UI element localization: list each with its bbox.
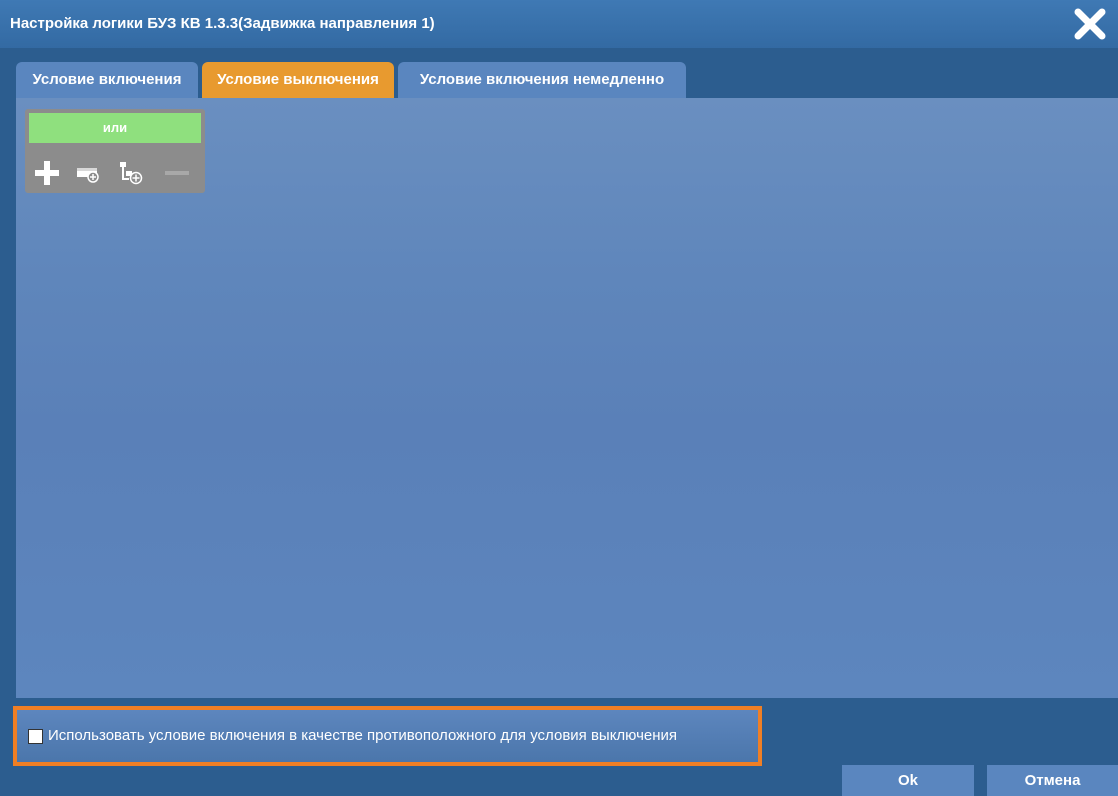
minus-icon (165, 171, 189, 175)
tab-enable-condition[interactable]: Условие включения (16, 62, 198, 98)
use-opposite-checkbox[interactable] (28, 729, 43, 744)
plus-icon (35, 161, 59, 185)
logic-group-box: или (25, 109, 205, 193)
add-condition-button[interactable] (75, 159, 103, 187)
add-button[interactable] (33, 159, 61, 187)
or-operator-button[interactable]: или (29, 113, 201, 143)
ok-button[interactable]: Ok (842, 765, 974, 796)
use-opposite-label: Использовать условие включения в качеств… (48, 727, 678, 744)
add-condition-icon (77, 168, 99, 183)
close-icon (1074, 8, 1106, 40)
highlighted-option-frame: Использовать условие включения в качеств… (13, 706, 762, 766)
tab-enable-immediately[interactable]: Условие включения немедленно (398, 62, 686, 98)
add-group-button[interactable] (117, 159, 145, 187)
close-button[interactable] (1072, 6, 1108, 42)
title-bar: Настройка логики БУЗ КВ 1.3.3(Задвижка н… (0, 0, 1118, 48)
cancel-button[interactable]: Отмена (987, 765, 1118, 796)
logic-settings-dialog: Настройка логики БУЗ КВ 1.3.3(Задвижка н… (0, 0, 1118, 796)
tab-disable-condition[interactable]: Условие выключения (202, 62, 394, 98)
add-group-icon (120, 162, 143, 185)
window-title: Настройка логики БУЗ КВ 1.3.3(Задвижка н… (10, 15, 435, 32)
condition-panel: или (16, 98, 1118, 698)
remove-button[interactable] (163, 159, 191, 187)
